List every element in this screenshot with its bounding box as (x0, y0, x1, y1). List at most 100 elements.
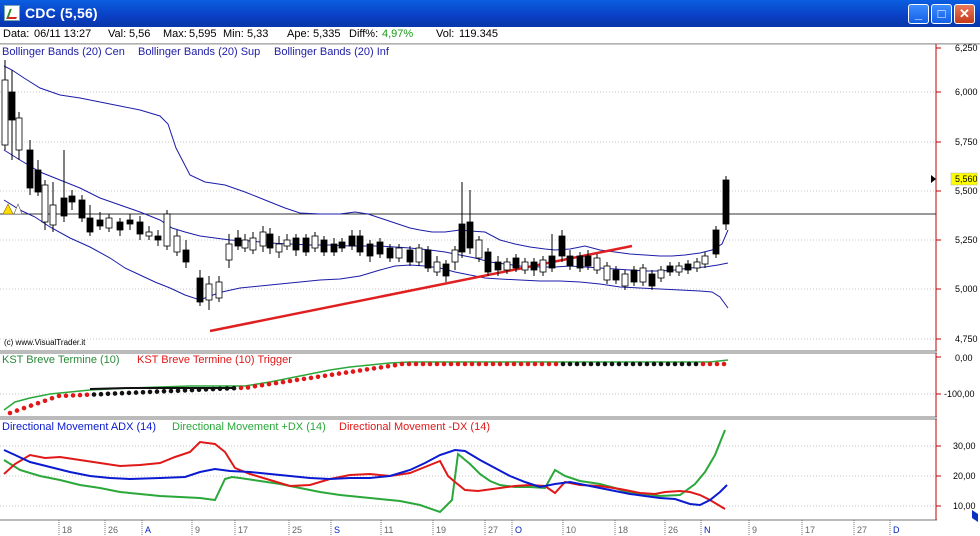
kst-trigger-dot (84, 392, 90, 398)
candle-body[interactable] (639, 267, 647, 283)
candle-body[interactable] (26, 149, 34, 189)
candle-body[interactable] (356, 235, 364, 253)
candle-body[interactable] (415, 247, 423, 263)
candle-body[interactable] (348, 235, 356, 247)
candle-body[interactable] (630, 269, 638, 283)
candle-body[interactable] (292, 237, 300, 251)
candle-body[interactable] (442, 263, 450, 277)
candle-body[interactable] (376, 241, 384, 255)
candle-body[interactable] (105, 217, 113, 229)
candle-body[interactable] (424, 249, 432, 269)
candle-body[interactable] (539, 259, 547, 273)
time-axis-label: A (145, 525, 151, 535)
candle-body[interactable] (458, 223, 466, 253)
candle-body[interactable] (675, 265, 683, 273)
candle-body[interactable] (657, 269, 665, 279)
candle-body[interactable] (96, 219, 104, 227)
candle-body[interactable] (433, 261, 441, 273)
candle-body[interactable] (406, 249, 414, 263)
kst-trigger-dot (602, 361, 608, 367)
candle-body[interactable] (395, 247, 403, 259)
candle-body[interactable] (621, 273, 629, 287)
candle-body[interactable] (182, 249, 190, 263)
candle-body[interactable] (136, 221, 144, 235)
candle-body[interactable] (603, 265, 611, 281)
candle-body[interactable] (266, 233, 274, 249)
candle-body[interactable] (68, 195, 76, 203)
candle-body[interactable] (49, 204, 57, 226)
candle-body[interactable] (712, 229, 720, 255)
up-arrow-icon[interactable] (13, 203, 23, 215)
candle-body[interactable] (722, 179, 730, 225)
candle-body[interactable] (521, 261, 529, 271)
kst-trigger-dot (259, 382, 265, 388)
kst-trigger-dot (210, 386, 216, 392)
kst-trigger-dot (476, 361, 482, 367)
candle-body[interactable] (475, 239, 483, 259)
candle-body[interactable] (41, 184, 49, 223)
candle-body[interactable] (451, 249, 459, 263)
candle-body[interactable] (338, 241, 346, 249)
candle-body[interactable] (548, 255, 556, 269)
candle-body[interactable] (215, 281, 223, 299)
candle-body[interactable] (154, 235, 162, 241)
kst-trigger-dot (434, 361, 440, 367)
candle-body[interactable] (576, 255, 584, 269)
candle-body[interactable] (163, 213, 171, 247)
candle-body[interactable] (330, 243, 338, 253)
candle-body[interactable] (60, 197, 68, 217)
candle-body[interactable] (693, 261, 701, 269)
candle-body[interactable] (86, 217, 94, 233)
candle-body[interactable] (593, 257, 601, 271)
candle-body[interactable] (1, 79, 9, 146)
candle-body[interactable] (205, 283, 213, 301)
candle-body[interactable] (302, 237, 310, 253)
candle-body[interactable] (684, 263, 692, 271)
candle-body[interactable] (311, 235, 319, 249)
kst-trigger-dot (350, 369, 356, 374)
candle-body[interactable] (612, 269, 620, 281)
kst-trigger-dot (448, 361, 454, 367)
candle-body[interactable] (249, 237, 257, 251)
kst-trigger-dot (196, 387, 202, 393)
candle-body[interactable] (366, 243, 374, 257)
candle-body[interactable] (241, 239, 249, 249)
candle-body[interactable] (196, 277, 204, 303)
alert-bell-icon[interactable] (2, 203, 14, 215)
candle-body[interactable] (320, 239, 328, 253)
candle-body[interactable] (566, 255, 574, 267)
candle-body[interactable] (386, 247, 394, 259)
candle-body[interactable] (8, 91, 16, 121)
candle-body[interactable] (666, 265, 674, 273)
candle-body[interactable] (466, 221, 474, 249)
candle-body[interactable] (126, 219, 134, 225)
candle-body[interactable] (648, 273, 656, 287)
candle-body[interactable] (701, 255, 709, 265)
candle-body[interactable] (530, 261, 538, 271)
chart-area[interactable]: 6,250 6,000 5,750 5,500 5,250 5,000 4,75… (0, 0, 980, 536)
candle-body[interactable] (494, 261, 502, 271)
candlesticks[interactable] (1, 60, 730, 310)
candle-body[interactable] (34, 169, 42, 193)
candle-body[interactable] (116, 221, 124, 231)
kst-trigger-dot (140, 390, 146, 395)
kst-trigger-dot (567, 361, 573, 367)
candle-body[interactable] (584, 255, 592, 267)
kst-trigger-dot (532, 361, 538, 367)
candle-body[interactable] (484, 251, 492, 273)
candle-body[interactable] (173, 235, 181, 253)
candle-body[interactable] (259, 231, 267, 247)
candle-body[interactable] (558, 235, 566, 257)
candle-body[interactable] (225, 243, 233, 261)
kst-trigger-dot (322, 373, 328, 379)
scroll-corner-icon[interactable] (972, 510, 978, 522)
candle-body[interactable] (503, 261, 511, 271)
candle-body[interactable] (15, 117, 23, 151)
candle-body[interactable] (234, 237, 242, 247)
candle-body[interactable] (283, 239, 291, 247)
candle-body[interactable] (145, 231, 153, 237)
candle-body[interactable] (512, 257, 520, 269)
candle-body[interactable] (275, 243, 283, 253)
candle-body[interactable] (78, 199, 86, 219)
time-axis-label: 17 (805, 525, 815, 535)
